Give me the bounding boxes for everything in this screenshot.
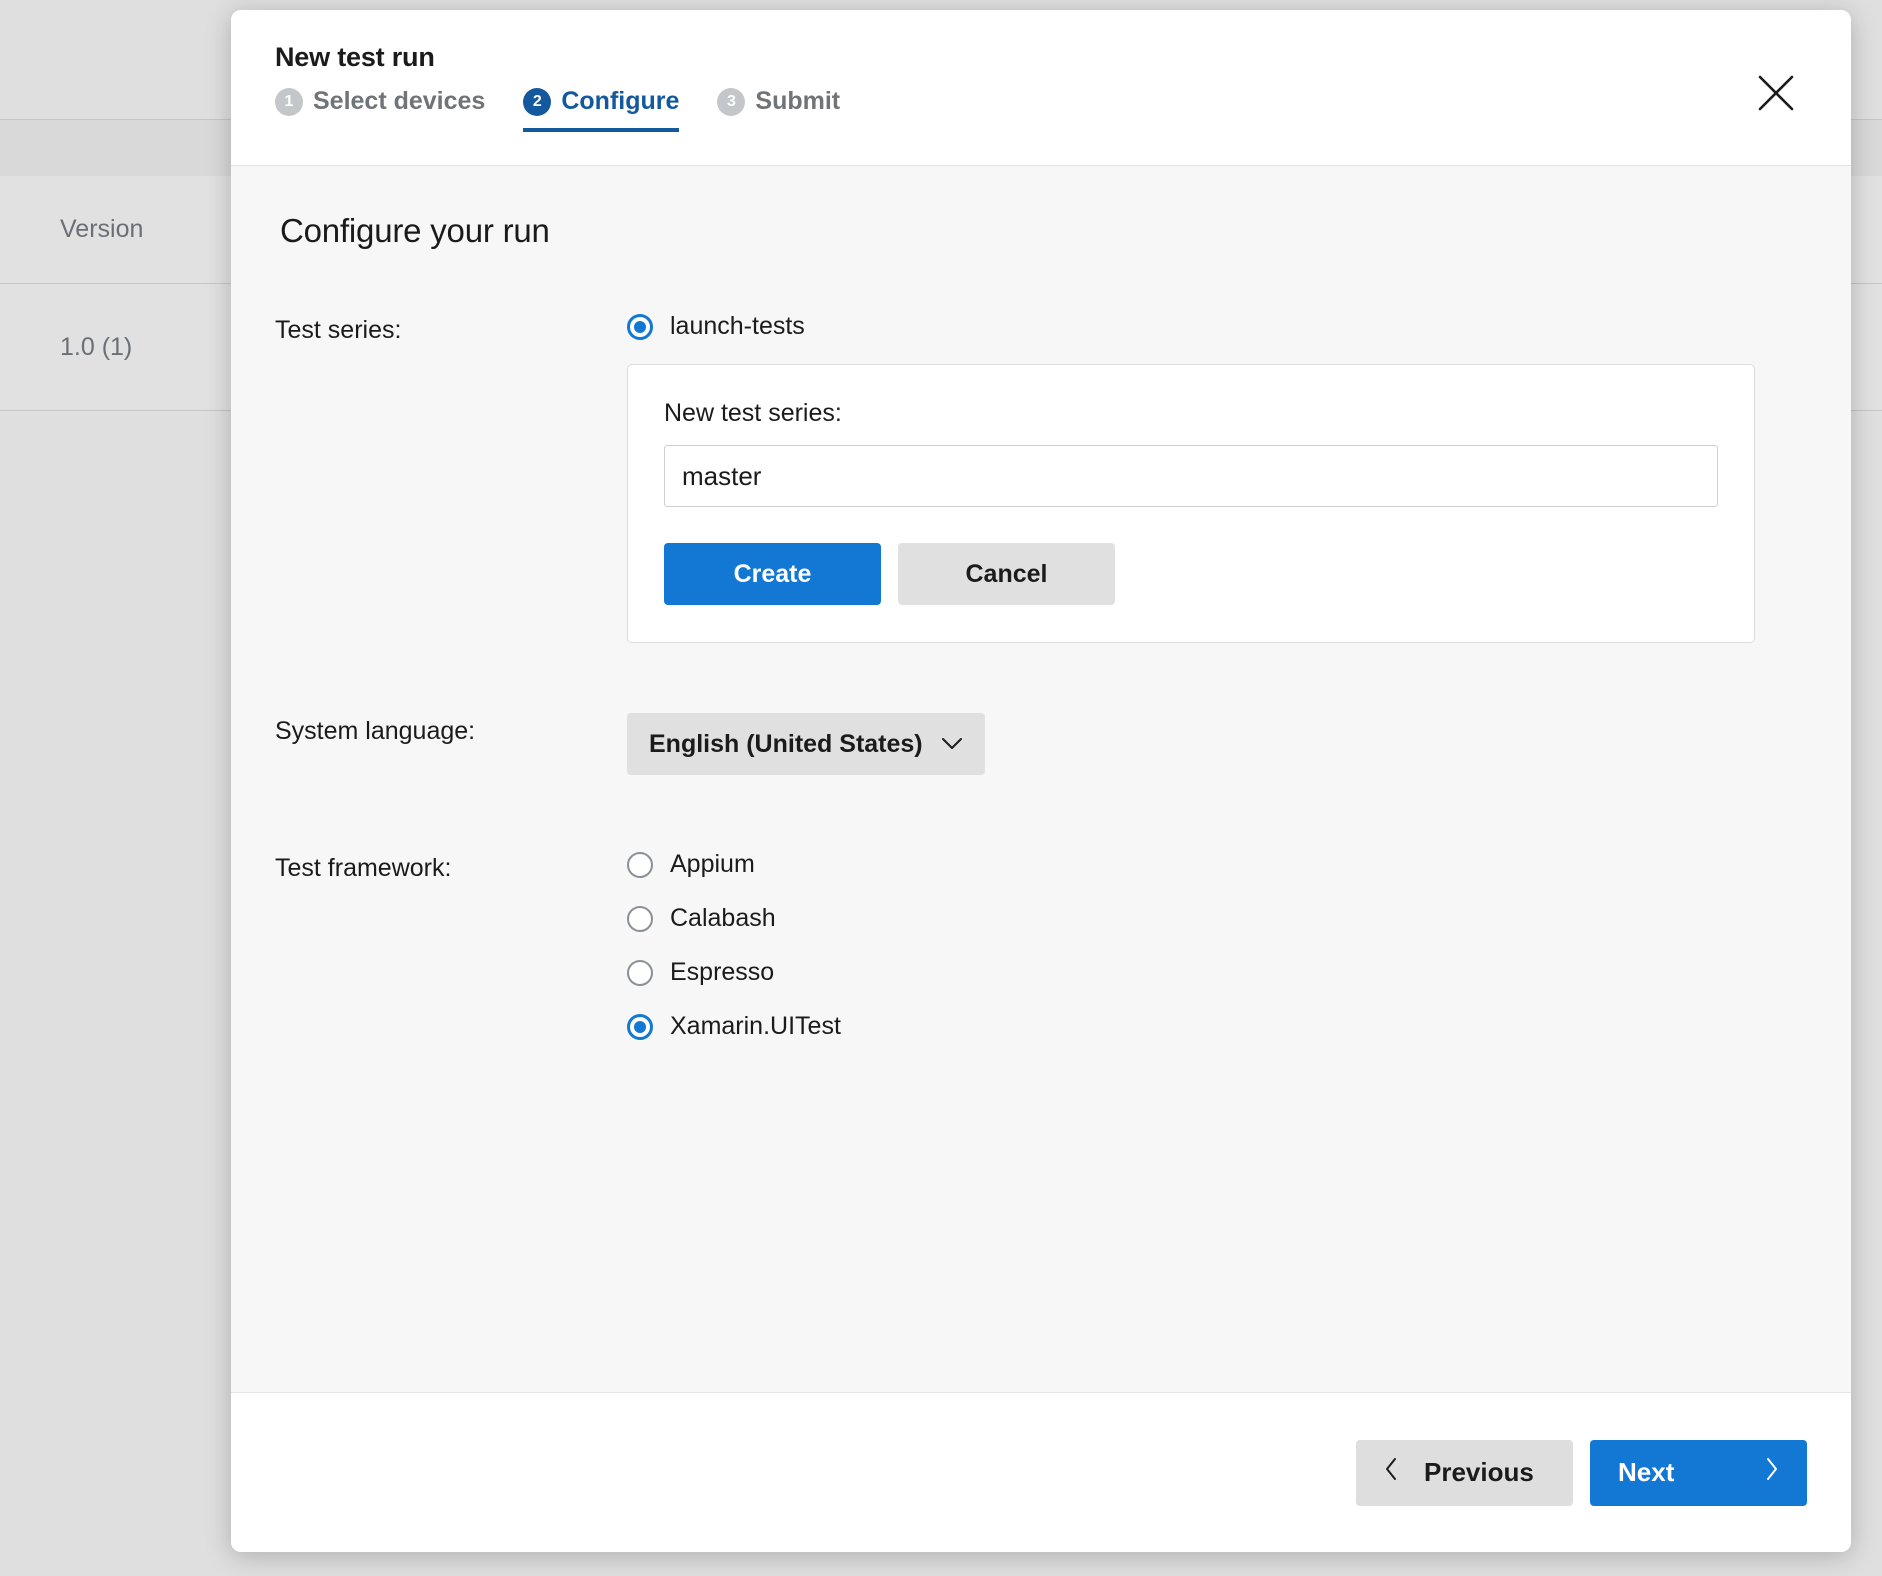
radio-indicator — [627, 313, 653, 340]
radio-label-espresso: Espresso — [670, 958, 775, 986]
new-test-series-card: New test series: Create Cancel — [627, 364, 1755, 643]
new-test-run-modal: New test run 1 Select devices 2 Configur… — [231, 10, 1851, 1552]
chevron-right-icon — [1765, 1457, 1779, 1488]
radio-framework-espresso[interactable]: Espresso — [627, 958, 1807, 987]
radio-indicator — [627, 905, 653, 932]
step-configure[interactable]: 2 Configure — [523, 87, 680, 132]
radio-indicator — [627, 1013, 653, 1040]
modal-title: New test run — [275, 42, 435, 72]
label-new-test-series: New test series: — [664, 399, 842, 427]
step-submit[interactable]: 3 Submit — [717, 87, 840, 132]
chevron-down-icon — [941, 737, 963, 751]
new-test-series-actions: Create Cancel — [664, 543, 1718, 605]
label-system-language: System language: — [275, 717, 476, 745]
step-badge-3: 3 — [717, 87, 746, 116]
radio-framework-xamarin-uitest[interactable]: Xamarin.UITest — [627, 1012, 1807, 1041]
chevron-left-icon — [1384, 1457, 1398, 1488]
system-language-select[interactable]: English (United States) — [627, 713, 985, 775]
system-language-value: English (United States) — [649, 729, 923, 758]
test-framework-radio-group: Appium Calabash Espresso Xamarin.UITest — [627, 850, 1807, 1041]
modal-footer: Previous Next — [231, 1392, 1851, 1552]
modal-body: Configure your run Test series: launch-t… — [231, 166, 1851, 1392]
backdrop-cell-version-value: 1.0 (1) — [60, 332, 133, 361]
radio-label-appium: Appium — [670, 850, 755, 878]
backdrop-column-header-version: Version — [60, 215, 144, 243]
step-badge-1: 1 — [275, 87, 303, 116]
radio-indicator — [627, 959, 653, 986]
new-test-series-input[interactable] — [664, 445, 1718, 507]
cancel-button[interactable]: Cancel — [898, 543, 1115, 605]
previous-button[interactable]: Previous — [1356, 1439, 1573, 1506]
create-button[interactable]: Create — [664, 543, 881, 605]
step-select-devices[interactable]: 1 Select devices — [275, 87, 485, 132]
page-title: Configure your run — [280, 212, 550, 249]
label-test-series: Test series: — [275, 316, 402, 344]
step-label-select-devices: Select devices — [313, 87, 486, 115]
radio-label-xamarin-uitest: Xamarin.UITest — [670, 1012, 841, 1040]
radio-label-calabash: Calabash — [670, 904, 776, 932]
field-system-language: System language: English (United States) — [275, 713, 1807, 775]
radio-framework-calabash[interactable]: Calabash — [627, 904, 1807, 933]
radio-test-series-launch-tests[interactable]: launch-tests — [627, 312, 1807, 341]
next-button-label: Next — [1618, 1457, 1675, 1487]
modal-header: New test run 1 Select devices 2 Configur… — [231, 10, 1851, 166]
label-test-framework: Test framework: — [275, 854, 452, 882]
step-nav: 1 Select devices 2 Configure 3 Submit — [275, 87, 1807, 132]
step-badge-2: 2 — [523, 87, 552, 116]
next-button[interactable]: Next — [1590, 1439, 1807, 1506]
radio-label-launch-tests: launch-tests — [670, 312, 805, 340]
field-test-series: Test series: launch-tests New test serie… — [275, 312, 1807, 643]
radio-indicator — [627, 851, 653, 878]
step-label-configure: Configure — [561, 87, 680, 115]
step-label-submit: Submit — [755, 87, 841, 115]
radio-framework-appium[interactable]: Appium — [627, 850, 1807, 879]
close-icon[interactable] — [1745, 62, 1807, 124]
field-test-framework: Test framework: Appium Calabash Espresso… — [275, 850, 1807, 1041]
previous-button-label: Previous — [1424, 1457, 1534, 1487]
